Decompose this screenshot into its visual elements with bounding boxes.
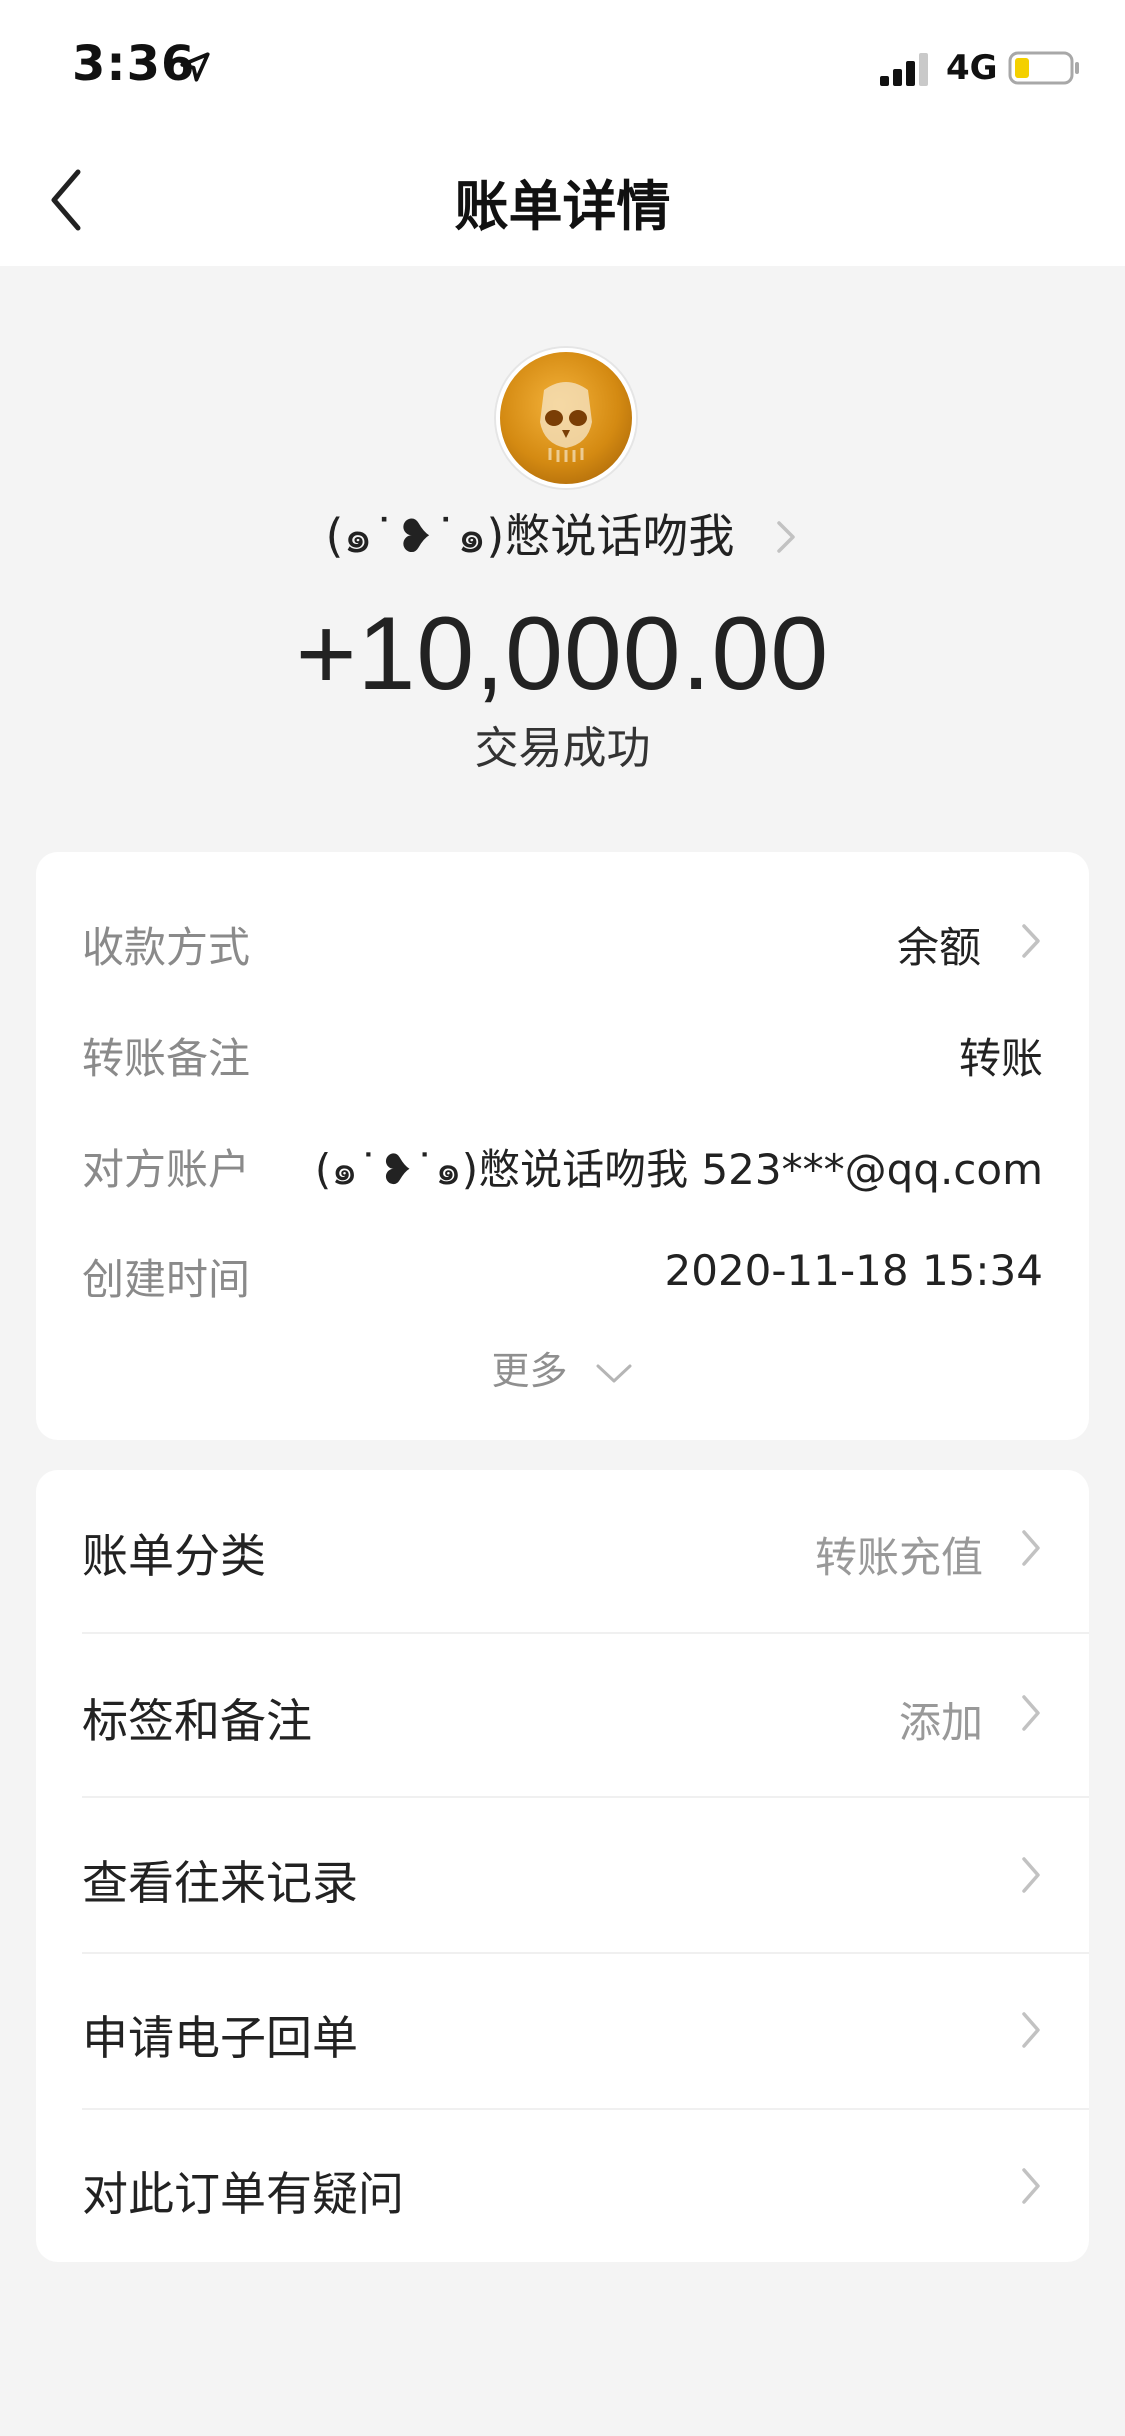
detail-label: 转账备注 — [82, 1034, 251, 1083]
detail-label: 对方账户 — [82, 1145, 251, 1194]
detail-row-created-time: 创建时间 2020-11-18 15:34 — [36, 1238, 1089, 1308]
chevron-right-icon — [1022, 1695, 1040, 1731]
nav-bar: 账单详情 — [0, 140, 1125, 266]
divider — [82, 1632, 1089, 1634]
chevron-down-icon — [596, 1364, 632, 1382]
payer-avatar[interactable] — [496, 348, 636, 488]
detail-row-remark: 转账备注 转账 — [36, 1017, 1089, 1087]
actions-card: 账单分类 转账充值 标签和备注 添加 查看往来记录 申请电子回单 对此订单有疑问 — [36, 1470, 1089, 2262]
location-arrow-icon — [180, 52, 210, 82]
cellular-signal-icon — [880, 53, 928, 86]
chevron-right-icon — [777, 520, 796, 553]
detail-row-payment-method[interactable]: 收款方式 余额 — [36, 906, 1089, 976]
chevron-right-icon — [1022, 1530, 1040, 1566]
status-time: 3:36 — [72, 36, 196, 92]
chevron-right-icon — [1022, 1857, 1040, 1893]
menu-item-label: 对此订单有疑问 — [82, 2167, 404, 2221]
menu-item-tags-notes[interactable]: 标签和备注 添加 — [36, 1635, 1089, 1795]
detail-row-counterparty: 对方账户 (๑˙❥˙๑)憋说话吻我 523***@qq.com — [36, 1128, 1089, 1198]
menu-item-label: 账单分类 — [82, 1529, 266, 1583]
detail-value: 余额 — [896, 923, 981, 972]
payer-name: (๑˙❥˙๑)憋说话吻我 — [325, 509, 735, 563]
detail-label: 创建时间 — [82, 1255, 251, 1304]
skull-avatar-icon — [540, 382, 592, 462]
menu-item-value: 转账充值 — [814, 1533, 983, 1582]
transaction-status: 交易成功 — [474, 723, 651, 774]
battery-icon — [1008, 51, 1079, 85]
menu-item-label: 查看往来记录 — [82, 1856, 358, 1910]
detail-label: 收款方式 — [82, 923, 251, 972]
detail-value: 2020-11-18 15:34 — [664, 1246, 1043, 1295]
menu-item-label: 标签和备注 — [82, 1694, 312, 1748]
detail-value: 转账 — [958, 1034, 1043, 1083]
menu-item-value: 添加 — [898, 1698, 983, 1747]
more-label: 更多 — [491, 1349, 568, 1393]
menu-item-label: 申请电子回单 — [82, 2011, 358, 2065]
chevron-right-icon — [1022, 924, 1040, 958]
menu-item-transaction-history[interactable]: 查看往来记录 — [36, 1797, 1089, 1957]
menu-item-bill-category[interactable]: 账单分类 转账充值 — [36, 1470, 1089, 1630]
menu-item-order-question[interactable]: 对此订单有疑问 — [36, 2108, 1089, 2268]
more-toggle[interactable]: 更多 — [36, 1340, 1089, 1395]
detail-value: (๑˙❥˙๑)憋说话吻我 523***@qq.com — [314, 1145, 1043, 1194]
details-card: 收款方式 余额 转账备注 转账 对方账户 (๑˙❥˙๑)憋说话吻我 523***… — [36, 852, 1089, 1440]
chevron-right-icon — [1022, 2012, 1040, 2048]
payer-row[interactable]: (๑˙❥˙๑)憋说话吻我 — [0, 500, 1125, 570]
status-bar: 3:36 4G — [0, 0, 1125, 140]
page-title: 账单详情 — [454, 175, 671, 238]
network-type: 4G — [946, 48, 998, 88]
transaction-amount: +10,000.00 — [295, 596, 830, 712]
chevron-right-icon — [1022, 2168, 1040, 2204]
menu-item-e-receipt[interactable]: 申请电子回单 — [36, 1952, 1089, 2112]
